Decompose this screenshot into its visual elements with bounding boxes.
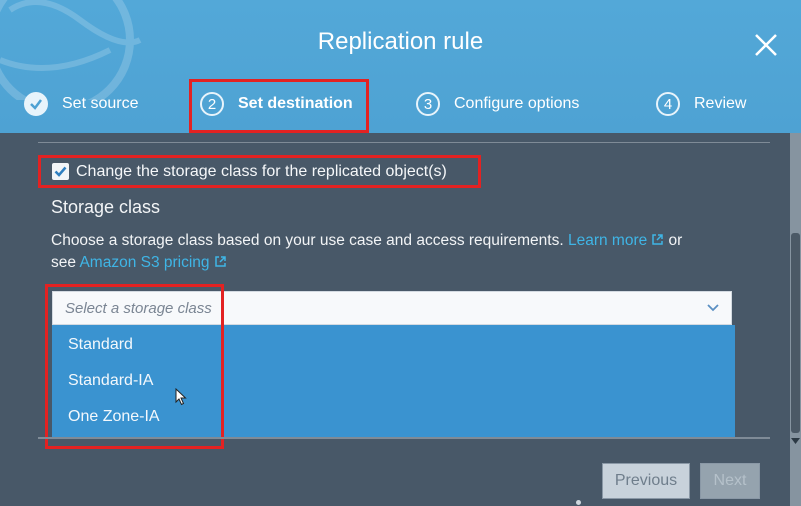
step-configure-options[interactable]: 3 Configure options: [416, 84, 579, 124]
step-label: Set source: [62, 95, 139, 112]
storage-class-heading: Storage class: [51, 197, 161, 217]
scroll-down-icon[interactable]: [791, 438, 800, 444]
chevron-down-icon: [707, 304, 719, 312]
external-link-icon: [652, 234, 663, 245]
storage-class-dropdown: Standard Standard-IA One Zone-IA: [52, 325, 735, 437]
wizard-steps: Set source 2 Set destination 3 Configure…: [0, 84, 801, 124]
learn-more-link[interactable]: Learn more: [568, 232, 664, 249]
description-text: Choose a storage class based on your use…: [51, 232, 564, 249]
option-standard[interactable]: Standard: [68, 336, 133, 354]
mouse-cursor-icon: [175, 388, 187, 406]
dialog-header: Replication rule Set source 2 Set destin…: [0, 0, 801, 133]
storage-class-checkbox-label: Change the storage class for the replica…: [76, 163, 447, 180]
check-icon: [24, 92, 48, 116]
select-placeholder: Select a storage class: [65, 300, 212, 317]
external-link-icon: [214, 256, 226, 267]
or-text: or: [668, 232, 683, 249]
scrollbar[interactable]: [790, 133, 801, 506]
s3-pricing-text: Amazon S3 pricing: [79, 254, 210, 271]
step-set-destination[interactable]: 2 Set destination: [200, 84, 353, 124]
see-text: see: [51, 254, 76, 271]
checkmark-icon: [54, 166, 67, 177]
learn-more-text: Learn more: [567, 232, 648, 249]
step-number: 2: [200, 92, 224, 116]
option-one-zone-ia[interactable]: One Zone-IA: [68, 408, 160, 426]
storage-class-select[interactable]: Select a storage class: [52, 291, 732, 325]
storage-class-description: Choose a storage class based on your use…: [51, 230, 741, 274]
close-icon[interactable]: [753, 32, 779, 58]
option-standard-ia[interactable]: Standard-IA: [68, 372, 153, 390]
divider: [38, 437, 770, 439]
step-number: 4: [656, 92, 680, 116]
decorative-dot: [576, 500, 581, 505]
dialog-title: Replication rule: [317, 28, 484, 55]
storage-class-checkbox[interactable]: [52, 163, 69, 180]
step-label: Review: [694, 95, 747, 112]
scrollbar-thumb[interactable]: [791, 233, 800, 433]
s3-pricing-link[interactable]: Amazon S3 pricing: [79, 254, 226, 271]
previous-button[interactable]: Previous: [602, 463, 690, 499]
next-button[interactable]: Next: [700, 463, 760, 499]
divider: [38, 142, 770, 143]
step-review[interactable]: 4 Review: [656, 84, 746, 124]
step-label: Configure options: [454, 95, 580, 112]
step-set-source[interactable]: Set source: [24, 84, 138, 124]
step-number: 3: [416, 92, 440, 116]
step-label: Set destination: [238, 95, 353, 112]
